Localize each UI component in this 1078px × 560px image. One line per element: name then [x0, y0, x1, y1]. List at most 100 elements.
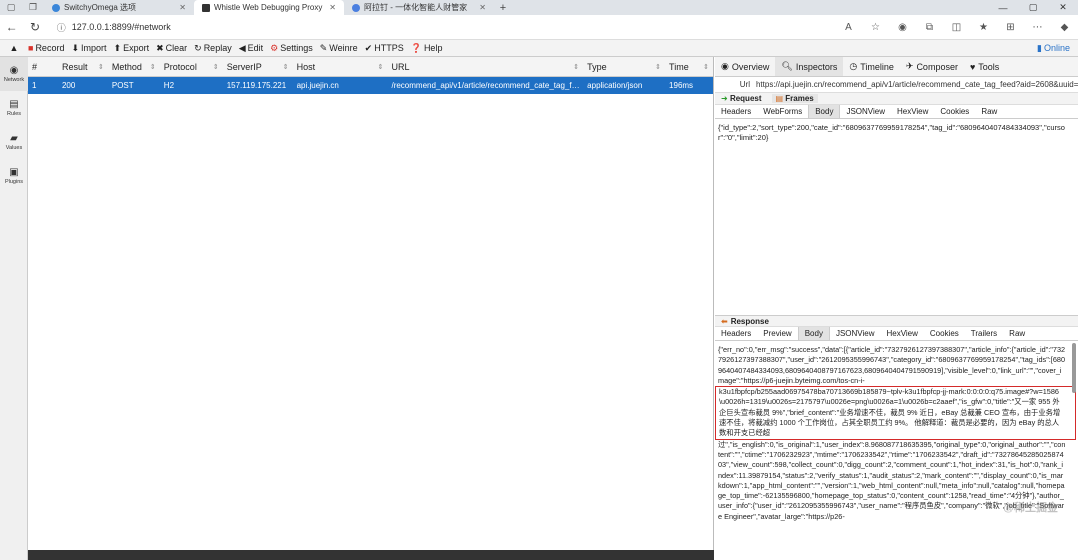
tab-tools[interactable]: ♥ Tools [964, 57, 1005, 76]
req-tab-headers[interactable]: Headers [715, 105, 757, 118]
sidebar-item-plugins[interactable]: ▣ Plugins [0, 159, 28, 193]
req-tab-hexview[interactable]: HexView [891, 105, 934, 118]
weinre-button[interactable]: ✎ Weinre [320, 43, 358, 54]
url-field[interactable]: ⓘ 127.0.0.1:8899/#network [57, 21, 835, 34]
split-screen-icon[interactable]: ◫ [943, 22, 970, 33]
cell-type: application/json [587, 81, 643, 90]
maximize-icon[interactable]: ▢ [1018, 0, 1048, 15]
copilot-icon[interactable]: ◆ [1051, 22, 1078, 33]
column-index[interactable]: # [28, 57, 58, 76]
https-button[interactable]: ✔ HTTPS [365, 43, 404, 54]
sidebar-item-network[interactable]: ◉ Network [0, 57, 28, 91]
import-button[interactable]: ⬇ Import [71, 43, 106, 54]
info-icon[interactable]: ⓘ [57, 21, 66, 34]
req-tab-jsonview[interactable]: JSONView [840, 105, 891, 118]
resp-tab-body[interactable]: Body [797, 327, 830, 340]
sidebar-item-rules[interactable]: ▤ Rules [0, 91, 28, 125]
tab-composer[interactable]: ✈ Composer [900, 57, 964, 76]
replay-button[interactable]: ↻ Replay [194, 43, 232, 54]
browser-tab-alading[interactable]: 阿拉钉 - 一体化智能人财管家 ✕ [344, 0, 494, 15]
close-icon[interactable]: ✕ [179, 3, 186, 12]
reload-icon[interactable]: ↻ [23, 20, 46, 34]
column-url[interactable]: URL ⇕ [387, 57, 583, 76]
collections-icon[interactable]: ⊞ [997, 22, 1024, 33]
browser-tab-whistle[interactable]: Whistle Web Debugging Proxy ✕ [194, 0, 344, 15]
resp-tab-raw[interactable]: Raw [1003, 327, 1031, 340]
check-icon: ✔ [364, 42, 373, 53]
frames-toggle[interactable]: ▤ Frames [771, 94, 818, 103]
close-window-icon[interactable]: ✕ [1048, 0, 1078, 15]
edit-button[interactable]: ◀ Edit [239, 43, 263, 54]
resp-tab-preview[interactable]: Preview [757, 327, 797, 340]
close-icon[interactable]: ✕ [329, 3, 336, 12]
extensions-icon[interactable]: ⧉ [916, 22, 943, 33]
cell-serverip: 157.119.175.221 [226, 81, 287, 90]
request-subtabs: Headers WebForms Body JSONView HexView C… [715, 105, 1078, 119]
filter-bar[interactable] [28, 550, 714, 560]
req-tab-cookies[interactable]: Cookies [934, 105, 975, 118]
close-icon[interactable]: ✕ [479, 3, 486, 12]
column-result[interactable]: Result ⇕ [58, 57, 108, 76]
response-header[interactable]: ⬅ Response [715, 315, 1078, 327]
tab-timeline[interactable]: ◷ Timeline [843, 57, 900, 76]
req-tab-webforms[interactable]: WebForms [757, 105, 808, 118]
request-body[interactable]: {"id_type":2,"sort_type":200,"cate_id":"… [715, 119, 1078, 315]
table-row[interactable]: 1 200 POST H2 157.119.175.221 api.juejin… [28, 77, 713, 94]
clear-button[interactable]: ✖ Clear [156, 43, 187, 54]
resp-tab-jsonview[interactable]: JSONView [830, 327, 881, 340]
request-url[interactable]: https://api.juejin.cn/recommend_api/v1/a… [756, 80, 1078, 89]
cell-url: /recommend_api/v1/article/recommend_cate… [391, 81, 584, 90]
column-type[interactable]: Type ⇕ [583, 57, 665, 76]
search-icon: 🔍︎ [781, 61, 793, 71]
arrow-right-icon: ➜ [721, 94, 728, 103]
eye-icon: ◉ [721, 61, 729, 71]
response-body[interactable]: {"err_no":0,"err_msg":"success","data":[… [715, 341, 1078, 531]
resp-tab-trailers[interactable]: Trailers [965, 327, 1003, 340]
favorite-icon[interactable]: ☆ [862, 22, 889, 33]
read-aloud-icon[interactable]: A [835, 22, 862, 33]
tab-overview[interactable]: ◉ Overview [715, 57, 775, 76]
req-tab-body[interactable]: Body [808, 105, 841, 118]
sort-icon: ⇕ [703, 63, 709, 71]
clear-icon: ✖ [156, 42, 164, 53]
online-status[interactable]: ▮ Online [1037, 43, 1070, 54]
resp-tab-hexview[interactable]: HexView [880, 327, 923, 340]
column-protocol[interactable]: Protocol ⇕ [160, 57, 223, 76]
column-method[interactable]: Method ⇕ [108, 57, 160, 76]
sidebar-item-values[interactable]: ▰ Values [0, 125, 28, 159]
online-icon: ▮ [1037, 42, 1042, 53]
tab-inspectors[interactable]: 🔍︎ Inspectors [775, 57, 844, 76]
export-button[interactable]: ⬆ Export [114, 43, 150, 54]
detail-panel: ◉ Overview 🔍︎ Inspectors ◷ Timeline ✈ Compos… [715, 57, 1078, 560]
column-host[interactable]: Host ⇕ [293, 57, 388, 76]
extension-icon[interactable]: ◉ [889, 22, 916, 33]
network-panel: # Result ⇕ Method ⇕ Protocol ⇕ ServerIP ⇕ Ho… [28, 57, 714, 560]
column-time[interactable]: Time ⇕ [665, 57, 713, 76]
resp-tab-headers[interactable]: Headers [715, 327, 757, 340]
request-section-toggle[interactable]: ➜ Request [721, 94, 762, 103]
whistle-toolbar: ▲ ■ Record ⬇ Import ⬆ Export ✖ Clear ↻ Replay… [0, 40, 1078, 57]
sort-icon: ⇕ [377, 63, 384, 71]
record-button[interactable]: ■ Record [28, 43, 64, 53]
scrollbar[interactable] [1072, 343, 1076, 393]
column-serverip[interactable]: ServerIP ⇕ [223, 57, 293, 76]
alading-icon [352, 3, 360, 12]
collapse-icon[interactable]: ▲ [0, 43, 28, 53]
new-tab-button[interactable]: + [494, 0, 512, 15]
sort-icon: ⇕ [655, 63, 662, 71]
more-icon[interactable]: ⋯ [1024, 22, 1051, 33]
minimize-icon[interactable]: — [988, 0, 1018, 15]
back-icon[interactable]: ← [0, 20, 23, 34]
edit-icon: ◀ [238, 42, 246, 53]
window-menu-icon[interactable]: ▢ [0, 0, 22, 15]
tab-actions-icon[interactable]: ❐ [22, 0, 44, 15]
plugin-icon: ▣ [9, 167, 19, 178]
browser-tab-switchyomega[interactable]: SwitchyOmega 选项 ✕ [44, 0, 194, 15]
composer-icon: ✈ [905, 61, 914, 71]
favorites-icon[interactable]: ★ [970, 22, 997, 33]
help-button[interactable]: ❓ Help [411, 43, 443, 54]
resp-tab-cookies[interactable]: Cookies [924, 327, 965, 340]
settings-button[interactable]: ⚙ Settings [270, 43, 313, 54]
req-tab-raw[interactable]: Raw [975, 105, 1003, 118]
sort-icon: ⇕ [212, 63, 219, 71]
